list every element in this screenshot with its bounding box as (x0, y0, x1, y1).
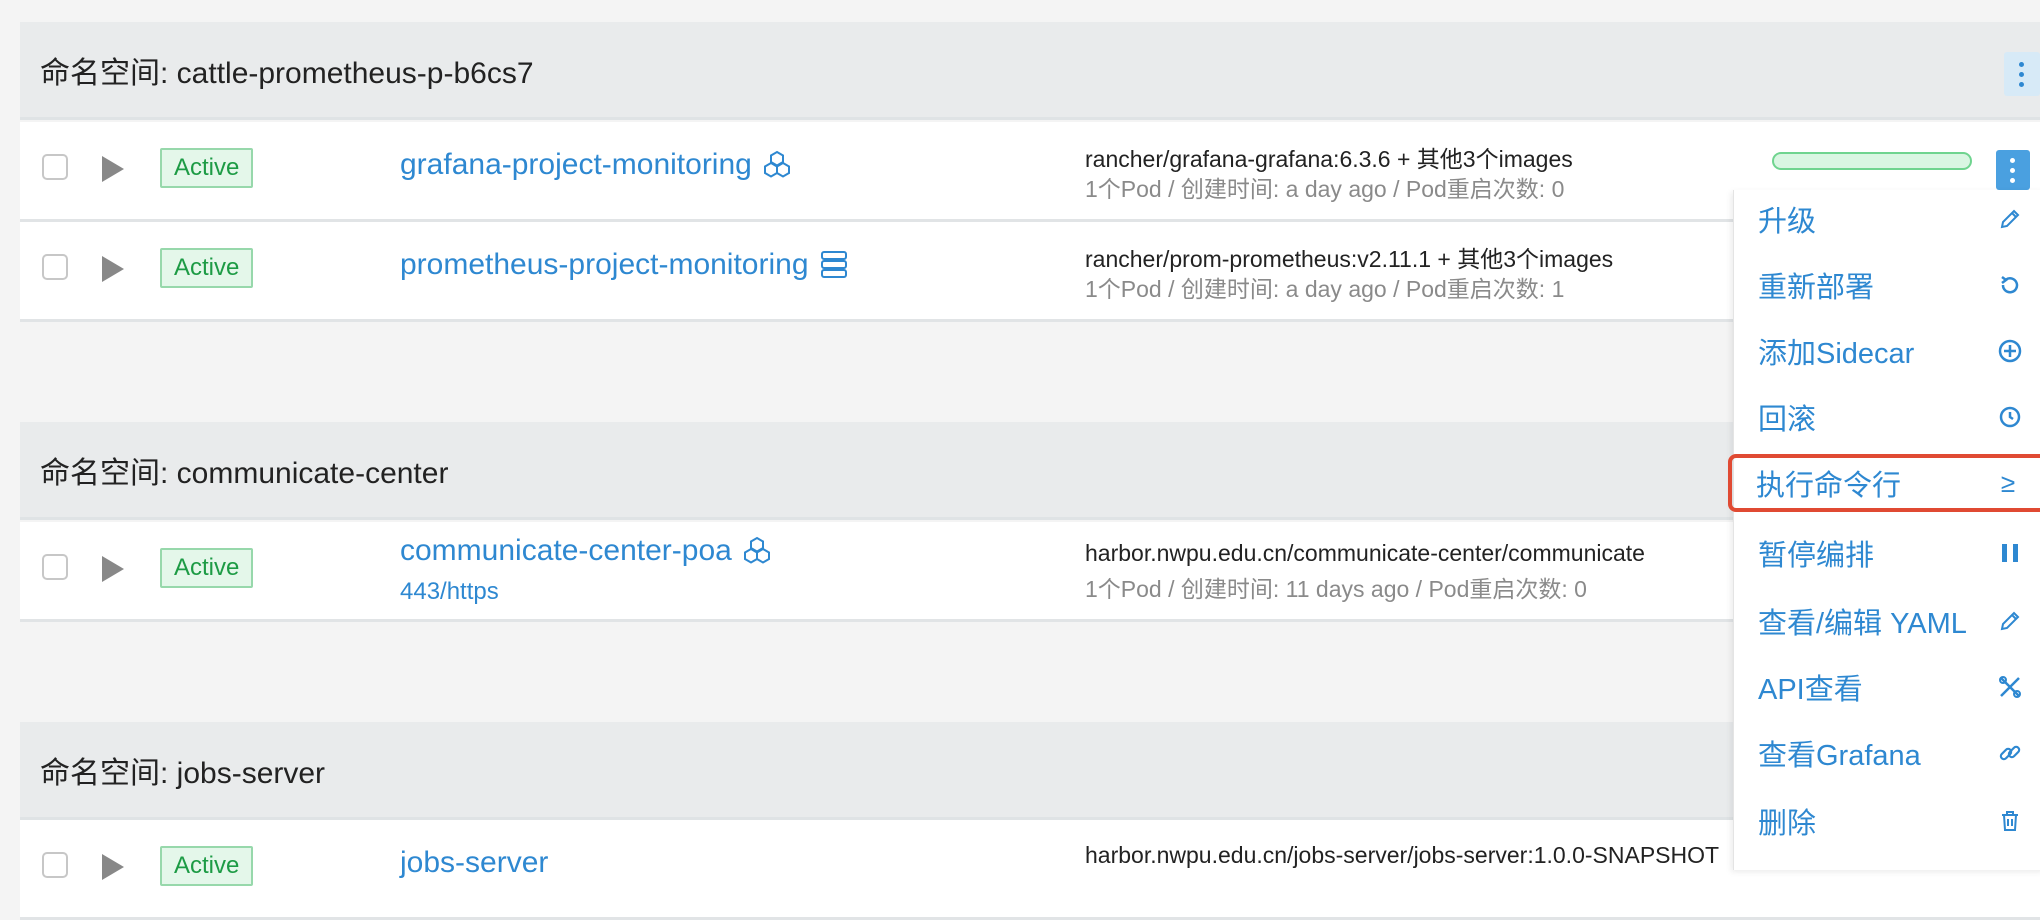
redeploy-icon (1996, 271, 2024, 299)
row-checkbox[interactable] (42, 852, 68, 878)
row-checkbox[interactable] (42, 154, 68, 180)
namespace-actions-button[interactable] (2004, 52, 2040, 96)
workload-name-link[interactable]: grafana-project-monitoring (400, 148, 792, 182)
status-badge: Active (160, 548, 254, 588)
namespace-title: 命名空间: communicate-center (40, 456, 449, 490)
menu-item-delete[interactable]: 删除 (1734, 792, 2040, 850)
workload-meta: 1个Pod / 创建时间: a day ago / Pod重启次数: 1 (1085, 276, 1565, 302)
history-icon (1996, 403, 2024, 431)
menu-item-label: 执行命令行 (1756, 470, 1902, 502)
workload-name-link[interactable]: jobs-server (400, 846, 548, 880)
plus-circle-icon (1996, 337, 2024, 365)
namespace-title: 命名空间: cattle-prometheus-p-b6cs7 (40, 56, 534, 90)
pencil-icon (1996, 205, 2024, 233)
menu-item-label: 重新部署 (1758, 272, 1875, 304)
image-info: harbor.nwpu.edu.cn/jobs-server/jobs-serv… (1085, 842, 1720, 868)
deployment-icon (763, 150, 790, 178)
api-icon (1996, 673, 2024, 701)
row-actions-button[interactable] (1996, 150, 2030, 190)
row-checkbox[interactable] (42, 554, 68, 580)
shell-icon: ≥ (2000, 467, 2016, 498)
pause-icon (1996, 539, 2024, 567)
menu-item-rollback[interactable]: 回滚 (1734, 388, 2040, 446)
status-badge: Active (160, 846, 254, 886)
menu-item-label: API查看 (1758, 674, 1863, 706)
menu-item-label: 升级 (1758, 206, 1817, 238)
menu-item-label: 查看Grafana (1758, 740, 1921, 772)
image-info: rancher/prom-prometheus:v2.11.1 + 其他3个im… (1085, 246, 1614, 272)
pod-progress-bar (1772, 152, 1972, 170)
namespace-title: 命名空间: jobs-server (40, 756, 326, 790)
workload-name: grafana-project-monitoring (400, 148, 752, 181)
workload-name: jobs-server (400, 846, 549, 879)
expand-row-icon[interactable] (102, 556, 124, 582)
expand-row-icon[interactable] (102, 156, 124, 182)
workload-name: communicate-center-poa (400, 534, 732, 567)
status-badge: Active (160, 148, 254, 188)
trash-icon (1996, 807, 2024, 835)
menu-item-execute-shell[interactable]: 执行命令行 ≥ (1728, 454, 2040, 512)
statefulset-icon (820, 251, 847, 278)
workload-meta: 1个Pod / 创建时间: 11 days ago / Pod重启次数: 0 (1085, 576, 1587, 602)
deployment-icon (743, 536, 770, 564)
menu-item-view-grafana[interactable]: 查看Grafana (1734, 724, 2040, 782)
workload-name-link[interactable]: communicate-center-poa (400, 534, 772, 568)
menu-item-upgrade[interactable]: 升级 (1734, 190, 2040, 248)
menu-item-label: 回滚 (1758, 404, 1817, 436)
namespace-header: 命名空间: cattle-prometheus-p-b6cs7 (20, 22, 2040, 120)
image-info: harbor.nwpu.edu.cn/communicate-center/co… (1085, 540, 1645, 566)
expand-row-icon[interactable] (102, 854, 124, 880)
menu-item-label: 添加Sidecar (1758, 338, 1915, 370)
image-info: rancher/grafana-grafana:6.3.6 + 其他3个imag… (1085, 146, 1573, 172)
menu-item-redeploy[interactable]: 重新部署 (1734, 256, 2040, 314)
workload-name-link[interactable]: prometheus-project-monitoring (400, 248, 849, 282)
menu-item-label: 查看/编辑 YAML (1758, 608, 1967, 640)
row-checkbox[interactable] (42, 254, 68, 280)
menu-item-add-sidecar[interactable]: 添加Sidecar (1734, 322, 2040, 380)
link-icon (1996, 739, 2024, 767)
workload-meta: 1个Pod / 创建时间: a day ago / Pod重启次数: 0 (1085, 176, 1565, 202)
expand-row-icon[interactable] (102, 256, 124, 282)
workload-actions-menu: 升级 重新部署 添加Sidecar 回滚 执行命令行 ≥ 暂停编排 查看/编辑 … (1728, 190, 2040, 870)
more-vertical-icon (2019, 61, 2025, 87)
pencil-icon (1996, 607, 2024, 635)
menu-item-label: 暂停编排 (1758, 540, 1875, 572)
workload-name: prometheus-project-monitoring (400, 248, 809, 281)
more-vertical-icon (2010, 157, 2016, 183)
endpoint-link[interactable]: 443/https (400, 578, 499, 606)
menu-item-pause-orchestration[interactable]: 暂停编排 (1734, 524, 2040, 582)
menu-item-view-edit-yaml[interactable]: 查看/编辑 YAML (1734, 592, 2040, 650)
menu-item-view-api[interactable]: API查看 (1734, 658, 2040, 716)
status-badge: Active (160, 248, 254, 288)
menu-item-label: 删除 (1758, 808, 1817, 840)
workloads-page: 命名空间: cattle-prometheus-p-b6cs7 Active g… (20, 0, 2040, 920)
